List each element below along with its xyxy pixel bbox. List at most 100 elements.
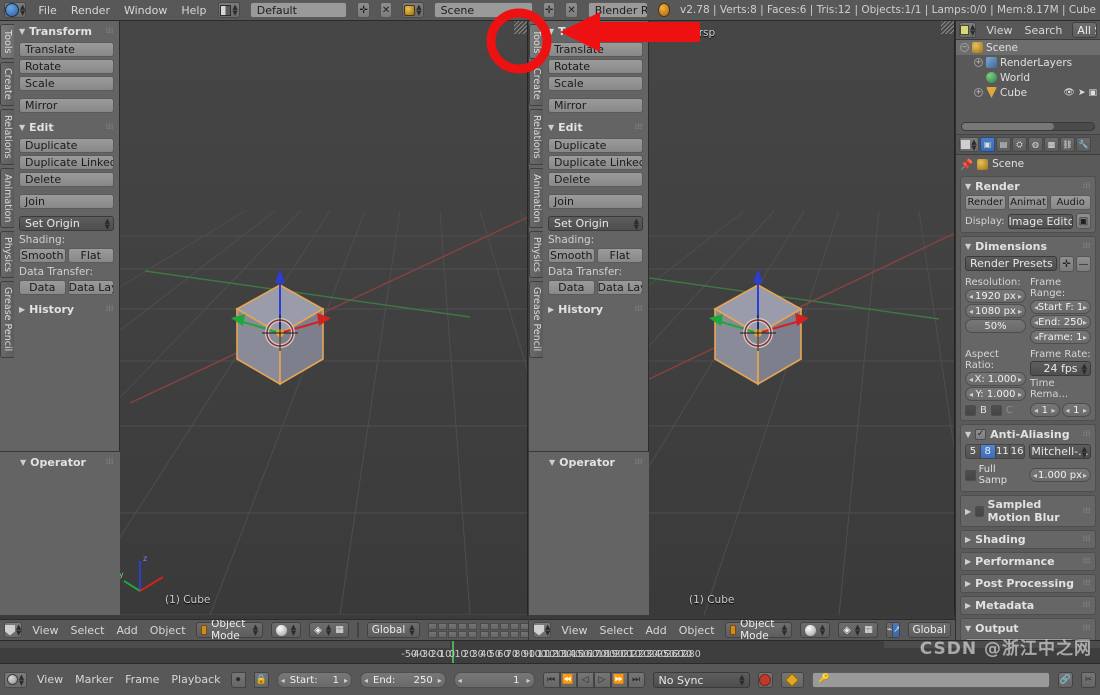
visibility-eye-icon[interactable]: 👁	[1064, 88, 1075, 98]
display-mode-dropdown[interactable]: Image Editor	[1007, 213, 1073, 229]
tool-tab-grease-pencil[interactable]: Grease Pencil	[0, 281, 14, 358]
delete-layout-button[interactable]: ✕	[379, 2, 393, 18]
tool-tab-relations[interactable]: Relations	[0, 108, 14, 165]
aa-sample-11[interactable]: 11	[994, 444, 1010, 459]
timeline-editor-type-icon[interactable]: ▲ ▼	[4, 671, 27, 688]
delete-scene-button[interactable]: ✕	[565, 2, 578, 18]
jump-start-icon[interactable]: ⏮	[542, 671, 560, 688]
menu-help[interactable]: Help	[179, 4, 208, 17]
mirror-button-2[interactable]: Mirror	[548, 98, 643, 113]
outliner-item-cube[interactable]: + Cube 👁 ➤ ▣	[956, 85, 1100, 100]
history-panel-header-2[interactable]: ▶ History ⦙⦙⦙	[548, 303, 643, 316]
add-layout-button[interactable]: ✛	[357, 2, 370, 18]
viewport-2-menu-add[interactable]: Add	[643, 624, 668, 637]
viewport-1-shading-dropdown[interactable]: ▲ ▼	[271, 622, 302, 638]
aspect-y-field[interactable]: ◂ Y: 1.000 ▸	[965, 387, 1026, 401]
properties-editor-type-icon[interactable]: ▲ ▼	[959, 137, 979, 152]
increment-icon[interactable]: ▸	[1018, 305, 1022, 317]
time-remap-new-field[interactable]: ◂ 1 ▸	[1061, 403, 1091, 417]
tool-tab-grease-pencil-2[interactable]: Grease Pencil	[529, 281, 543, 358]
tab-render[interactable]: ▣	[980, 137, 995, 152]
auto-keyframe-icon[interactable]: ⏺	[230, 671, 246, 688]
history-panel-header[interactable]: ▶ History ⦙⦙⦙	[19, 303, 114, 316]
start-frame-timeline-field[interactable]: ◂ Start: 1 ▸	[276, 671, 353, 688]
translate-button-2[interactable]: Translate	[548, 42, 643, 57]
border-checkbox[interactable]	[965, 404, 976, 416]
viewport-2-mode-dropdown[interactable]: Object Mode ▲ ▼	[724, 620, 793, 640]
decrement-icon[interactable]: ◂	[1034, 316, 1038, 328]
data-layout-button[interactable]: Data Layo	[67, 280, 114, 295]
smooth-button-2[interactable]: Smooth	[548, 248, 595, 263]
prev-keyframe-icon[interactable]: ⏪	[559, 671, 577, 688]
increment-icon[interactable]: ▸	[1051, 404, 1055, 416]
viewport-1-split-corner[interactable]	[514, 21, 527, 34]
increment-icon[interactable]: ▸	[1018, 388, 1022, 400]
next-keyframe-icon[interactable]: ⏩	[610, 671, 628, 688]
decrement-icon[interactable]: ◂	[969, 305, 973, 317]
keying-set-icon[interactable]	[780, 671, 804, 688]
remove-preset-button[interactable]: —	[1076, 256, 1091, 272]
tab-object[interactable]: ▩	[1044, 137, 1059, 152]
copy-keying-icon[interactable]: 🔗	[1057, 671, 1073, 688]
aspect-x-field[interactable]: ◂ X: 1.000 ▸	[965, 372, 1026, 386]
mirror-button[interactable]: Mirror	[19, 98, 114, 113]
current-frame-field[interactable]: ◂ 1 ▸	[453, 671, 535, 688]
manipulator-toggle-icon[interactable]: ⌁	[358, 623, 359, 637]
transform-panel-header-2[interactable]: ▼ Transform ⦙⦙⦙	[548, 25, 643, 38]
antialiasing-section-header[interactable]: ▼ ✓ Anti-Aliasing ⦙⦙⦙	[965, 428, 1091, 441]
menu-window[interactable]: Window	[122, 4, 169, 17]
menu-render[interactable]: Render	[69, 4, 112, 17]
increment-icon[interactable]: ▸	[1083, 404, 1087, 416]
increment-icon[interactable]: ▸	[1083, 316, 1087, 328]
editor-type-icon-2[interactable]: ▲ ▼	[533, 622, 552, 638]
time-remap-old-field[interactable]: ◂ 1 ▸	[1030, 403, 1060, 417]
tab-render-layers[interactable]: ▤	[996, 137, 1011, 152]
tab-scene[interactable]: ⛭	[1012, 137, 1027, 152]
increment-icon[interactable]: ▸	[1018, 290, 1022, 302]
outliner-filter-dropdown[interactable]: All Scene	[1072, 22, 1097, 38]
viewport-1-menu-view[interactable]: View	[30, 624, 60, 637]
tab-modifiers[interactable]: 🔧	[1076, 137, 1091, 152]
outliner-item-world[interactable]: World	[956, 70, 1100, 85]
aa-sample-5[interactable]: 5	[965, 444, 980, 459]
resolution-percent-field[interactable]: 50%	[965, 319, 1026, 333]
render-audio-button[interactable]: Audio	[1050, 195, 1092, 210]
viewport-1-layers-bottom[interactable]	[479, 622, 528, 638]
flat-button-2[interactable]: Flat	[596, 248, 643, 263]
section-sampled-motion-blur[interactable]: ▶ Sampled Motion Blur ⦙⦙⦙	[960, 495, 1096, 527]
tool-tab-tools-2[interactable]: Tools	[529, 24, 543, 60]
scrollbar-thumb[interactable]	[962, 123, 1055, 130]
viewport-1-menu-add[interactable]: Add	[114, 624, 139, 637]
viewport-2-pivot-dropdown[interactable]: ◈ ▲ ▼ ▦	[838, 622, 878, 638]
decrement-icon[interactable]: ◂	[969, 388, 973, 400]
increment-icon[interactable]: ▸	[1083, 331, 1087, 343]
decrement-icon[interactable]: ◂	[281, 673, 285, 687]
outliner-editor-type-icon[interactable]: ▲ ▼	[959, 22, 977, 38]
section-metadata[interactable]: ▶ Metadata ⦙⦙⦙	[960, 596, 1096, 615]
lock-icon[interactable]: 🔒	[253, 671, 269, 688]
edit-panel-header-2[interactable]: ▼ Edit ⦙⦙⦙	[548, 121, 643, 134]
data-button-2[interactable]: Data	[548, 280, 595, 295]
dimensions-section-header[interactable]: ▼ Dimensions ⦙⦙⦙	[965, 240, 1091, 253]
duplicate-button[interactable]: Duplicate	[19, 138, 114, 153]
render-window-button[interactable]: ▣	[1076, 213, 1091, 229]
render-image-button[interactable]: Render	[965, 195, 1006, 210]
increment-icon[interactable]: ▸	[344, 673, 348, 687]
tab-world[interactable]: ◍	[1028, 137, 1043, 152]
render-section-header[interactable]: ▼ Render ⦙⦙⦙	[965, 180, 1091, 193]
duplicate-linked-button-2[interactable]: Duplicate Linked	[548, 155, 643, 170]
increment-icon[interactable]: ▸	[438, 673, 442, 687]
tool-tab-create[interactable]: Create	[0, 62, 14, 106]
screen-layout-icon[interactable]: ▲ ▼	[218, 2, 240, 18]
duplicate-linked-button[interactable]: Duplicate Linked	[19, 155, 114, 170]
pin-icon[interactable]: 📌	[960, 158, 973, 171]
delete-button[interactable]: Delete	[19, 172, 114, 187]
operator-panel-header[interactable]: ▼ Operator ⦙⦙⦙	[20, 456, 114, 469]
decrement-icon[interactable]: ◂	[1034, 301, 1038, 313]
resolution-y-field[interactable]: ◂ 1080 px ▸	[965, 304, 1026, 318]
add-scene-button[interactable]: ✛	[542, 2, 556, 18]
scale-button-2[interactable]: Scale	[548, 76, 643, 91]
tool-tab-physics-2[interactable]: Physics	[529, 231, 543, 279]
resolution-x-field[interactable]: ◂ 1920 px ▸	[965, 289, 1026, 303]
transform-panel-header[interactable]: ▼ Transform ⦙⦙⦙	[19, 25, 114, 38]
